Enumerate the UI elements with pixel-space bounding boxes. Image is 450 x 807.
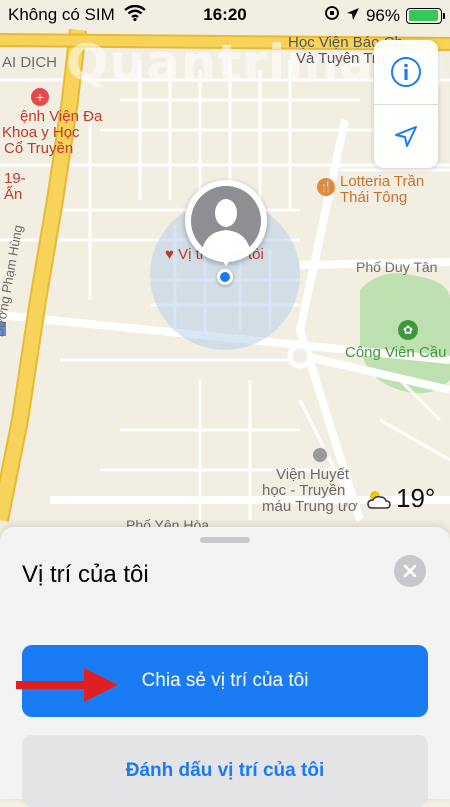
map-label-cong-vien: Công Viên Cầu G <box>345 344 450 361</box>
location-services-icon <box>346 6 360 26</box>
annotation-arrow-icon <box>16 668 118 702</box>
info-icon <box>391 57 421 87</box>
temperature: 19° <box>396 483 436 513</box>
place-icon <box>311 446 329 464</box>
park-icon: ✿ <box>398 320 418 340</box>
weather-widget: 19° <box>366 483 435 514</box>
map-label-lotteria-2: Thái Tông <box>340 189 408 206</box>
user-pin[interactable] <box>185 180 267 262</box>
location-arrow-icon <box>395 126 417 147</box>
sheet-grabber[interactable] <box>200 537 250 543</box>
map-label-ai-dich: AI DỊCH <box>2 54 58 71</box>
close-button[interactable] <box>394 555 426 587</box>
close-icon <box>403 564 417 578</box>
hospital-icon: + <box>31 88 49 106</box>
orientation-lock-icon <box>324 5 340 26</box>
map-label-benh-vien-3: Cổ Truyền <box>4 140 74 157</box>
sheet-title: Vị trí của tôi <box>22 561 149 588</box>
map-label-vien-huyet-3: máu Trung ươ <box>262 498 358 515</box>
current-location-dot <box>217 269 233 285</box>
mark-location-button[interactable]: Đánh dấu vị trí của tôi <box>22 735 428 807</box>
map-controls <box>374 40 438 168</box>
pin-tail <box>218 254 234 266</box>
track-location-button[interactable] <box>374 105 438 169</box>
battery-percentage: 96% <box>365 5 400 25</box>
map-label-an: Ấn <box>4 186 23 203</box>
partly-cloudy-icon <box>367 490 391 509</box>
avatar-icon <box>191 186 261 256</box>
restaurant-icon: 🍴 <box>317 178 335 196</box>
map-label-pho-duy-tan: Phố Duy Tân <box>356 259 438 275</box>
map-label-hoc-vien-2: Và Tuyên Tru <box>296 50 386 67</box>
battery-icon <box>406 7 445 24</box>
status-bar: Không có SIM 16:20 96% <box>0 0 450 30</box>
info-button[interactable] <box>374 40 438 104</box>
heart-icon: ♥ <box>165 246 174 263</box>
